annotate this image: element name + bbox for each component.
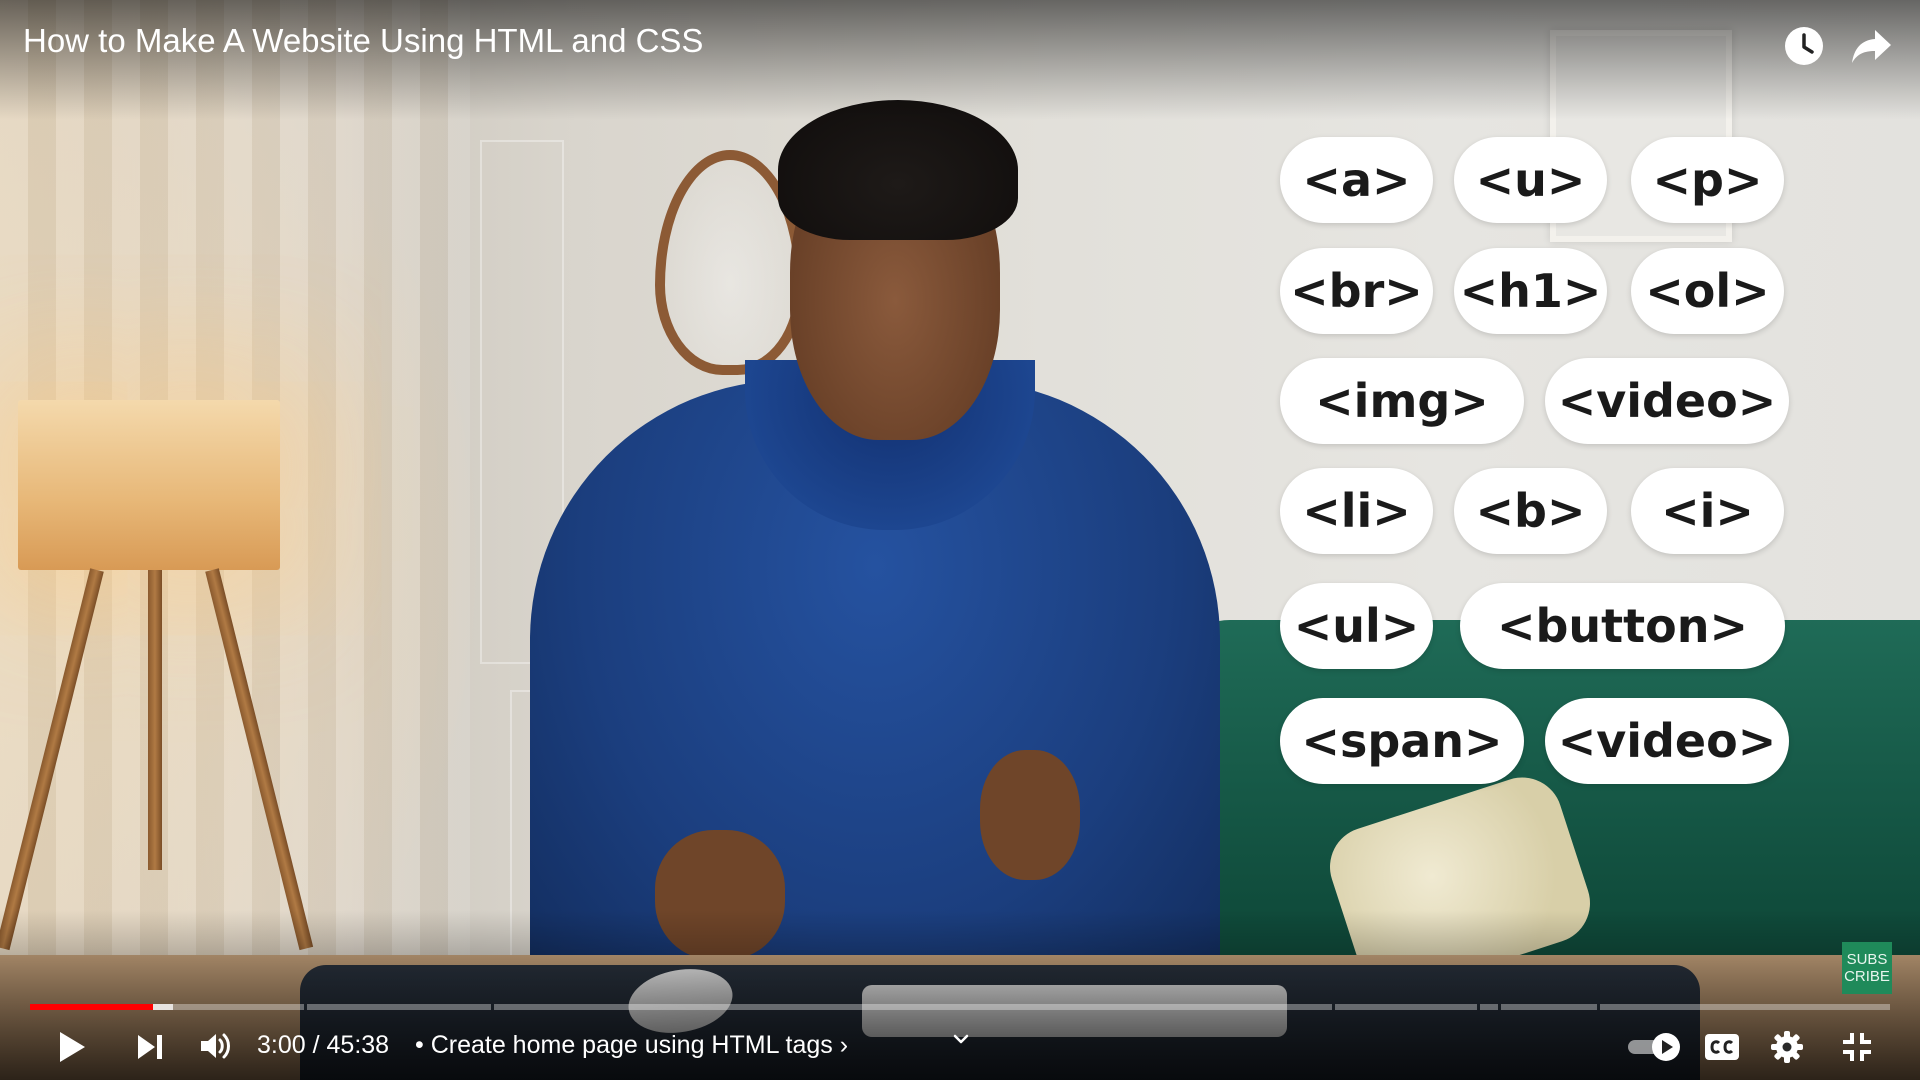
video-title[interactable]: How to Make A Website Using HTML and CSS [23,22,703,60]
chapter-segment[interactable] [307,1004,491,1010]
share-button[interactable] [1848,24,1894,68]
watch-later-button[interactable] [1782,24,1826,68]
play-button[interactable] [52,1026,92,1068]
chapter-segment[interactable] [494,1004,1332,1010]
exit-fullscreen-button[interactable] [1838,1028,1876,1066]
captions-button[interactable] [1703,1031,1741,1063]
volume-icon [201,1033,230,1059]
watermark-line: SUBS [1846,951,1888,968]
tag-chip: <video> [1545,698,1789,784]
tag-chip: <span> [1280,698,1524,784]
tag-chip: <video> [1545,358,1789,444]
tag-chip: <h1> [1454,248,1607,334]
top-gradient [0,0,1920,120]
progress-bar[interactable] [30,1004,1890,1010]
tag-chip: <b> [1454,468,1607,554]
presenter-hand [980,750,1080,880]
duration: 45:38 [326,1031,390,1059]
clock-icon [1785,27,1823,65]
chapter-segment[interactable] [1501,1004,1597,1010]
play-icon [60,1032,85,1062]
tag-chip: <p> [1631,137,1784,223]
tag-chip: <ul> [1280,583,1433,669]
tag-chip: <u> [1454,137,1607,223]
chapter-segment[interactable] [1600,1004,1890,1010]
tag-chip: <button> [1460,583,1785,669]
presenter-hair [778,100,1018,240]
chapter-segment[interactable] [146,1004,304,1010]
lamp-leg [148,570,162,870]
tag-chip: <i> [1631,468,1784,554]
tag-chip: <a> [1280,137,1433,223]
tag-chip: <br> [1280,248,1433,334]
cc-icon [1705,1034,1739,1060]
gear-icon [1771,1031,1803,1063]
watermark-line: CRIBE [1844,968,1890,985]
tag-chip: <img> [1280,358,1524,444]
volume-button[interactable] [196,1028,236,1064]
autoplay-toggle-icon [1628,1033,1680,1061]
chevron-down-icon [953,1034,969,1044]
time-display: 3:00 / 45:38 [257,1031,390,1059]
lamp-shade [18,400,280,570]
share-icon [1852,30,1891,63]
chapter-segment[interactable] [1480,1004,1498,1010]
exit-fullscreen-icon [1843,1033,1871,1061]
current-time: 3:00 [257,1031,306,1059]
autoplay-toggle[interactable] [1625,1030,1687,1064]
chapter-title-button[interactable]: • Create home page using HTML tags › [415,1031,848,1060]
played-fill [30,1004,153,1010]
settings-button[interactable] [1768,1028,1806,1066]
next-button[interactable] [129,1029,171,1065]
next-icon [138,1035,162,1059]
tag-chip: <ol> [1631,248,1784,334]
chapter-expand-button[interactable] [952,1030,970,1048]
subscribe-watermark[interactable]: SUBS CRIBE [1842,942,1892,994]
chapter-segment[interactable] [1335,1004,1477,1010]
tag-chip: <li> [1280,468,1433,554]
